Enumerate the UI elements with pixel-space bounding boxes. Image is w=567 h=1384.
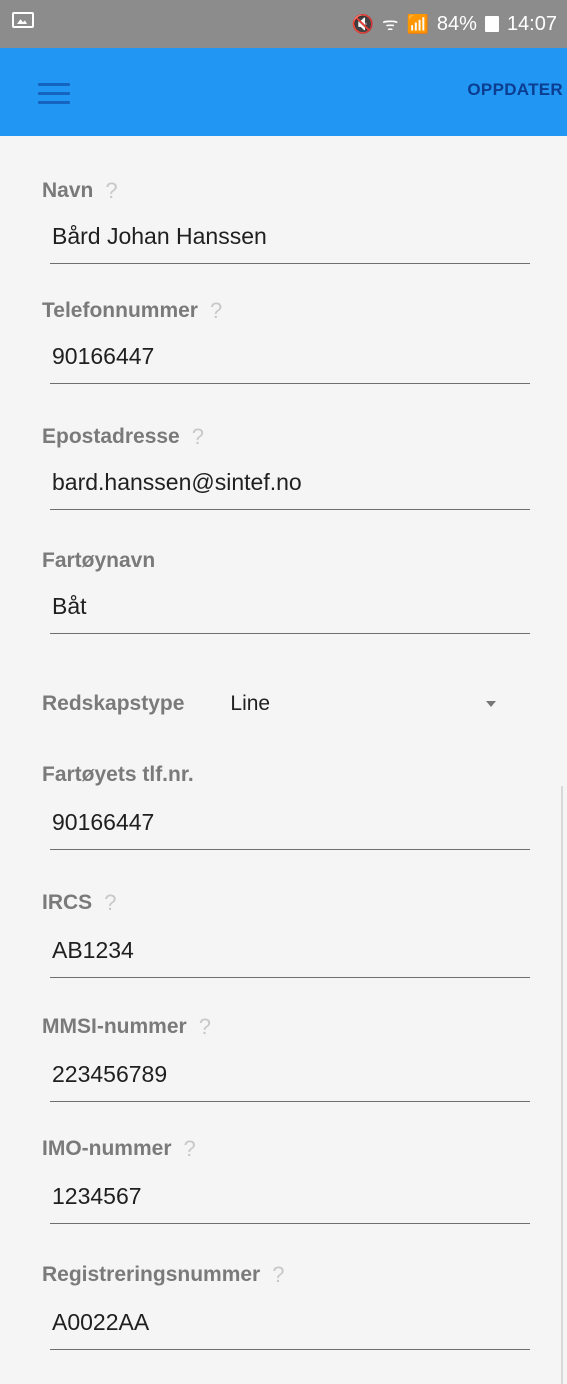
registration-label: Registreringsnummer <box>42 1263 261 1286</box>
vessel-phone-label: Fartøyets tlf.nr. <box>42 763 194 786</box>
field-registration: Registreringsnummer ? <box>42 1260 530 1350</box>
help-icon[interactable]: ? <box>105 180 117 202</box>
app-bar: OPPDATER <box>0 48 567 136</box>
update-button[interactable]: OPPDATER <box>467 80 563 100</box>
help-icon[interactable]: ? <box>210 300 222 322</box>
phone-label: Telefonnummer <box>42 299 198 322</box>
help-icon[interactable]: ? <box>199 1016 211 1038</box>
gear-type-value[interactable]: Line <box>230 692 270 716</box>
gear-type-select[interactable]: Redskapstype Line <box>42 684 512 724</box>
email-label: Epostadresse <box>42 425 180 448</box>
vessel-name-input[interactable] <box>50 586 530 634</box>
phone-input[interactable] <box>50 336 530 384</box>
vessel-phone-input[interactable] <box>50 802 530 850</box>
field-name: Navn ? <box>42 176 530 264</box>
mute-icon: 🔇 <box>351 14 375 34</box>
mmsi-input[interactable] <box>50 1054 530 1102</box>
name-input[interactable] <box>50 216 530 264</box>
imo-input[interactable] <box>50 1176 530 1224</box>
wifi-icon: ᯤ <box>382 14 399 34</box>
battery-icon <box>484 16 499 32</box>
status-bar: 🔇 ᯤ 📶 84% 14:07 <box>0 0 567 48</box>
ircs-input[interactable] <box>50 930 530 978</box>
field-vessel-name: Fartøynavn <box>42 546 530 634</box>
mmsi-label: MMSI-nummer <box>42 1015 187 1038</box>
clock: 14:07 <box>506 12 557 35</box>
help-icon[interactable]: ? <box>272 1264 284 1286</box>
vessel-name-label: Fartøynavn <box>42 549 156 572</box>
help-icon[interactable]: ? <box>104 892 116 914</box>
ircs-label: IRCS <box>42 891 93 914</box>
status-icons: 🔇 ᯤ 📶 84% 14:07 <box>352 10 557 38</box>
signal-icon: 📶 <box>406 14 429 34</box>
field-email: Epostadresse ? <box>42 422 530 510</box>
help-icon[interactable]: ? <box>192 426 204 448</box>
battery-percent: 84% <box>436 12 477 35</box>
field-ircs: IRCS ? <box>42 888 530 978</box>
field-imo: IMO-nummer ? <box>42 1134 530 1224</box>
scrollbar[interactable] <box>561 786 563 1384</box>
imo-label: IMO-nummer <box>42 1137 172 1160</box>
field-vessel-phone: Fartøyets tlf.nr. <box>42 760 530 850</box>
help-icon[interactable]: ? <box>184 1138 196 1160</box>
registration-input[interactable] <box>50 1302 530 1350</box>
email-input[interactable] <box>50 462 530 510</box>
hamburger-menu-icon[interactable] <box>38 83 70 105</box>
field-phone: Telefonnummer ? <box>42 296 530 384</box>
name-label: Navn <box>42 179 94 202</box>
dropdown-arrow-icon[interactable] <box>486 701 496 707</box>
field-mmsi: MMSI-nummer ? <box>42 1012 530 1102</box>
gear-type-label: Redskapstype <box>42 692 185 715</box>
image-notification-icon <box>12 12 34 28</box>
